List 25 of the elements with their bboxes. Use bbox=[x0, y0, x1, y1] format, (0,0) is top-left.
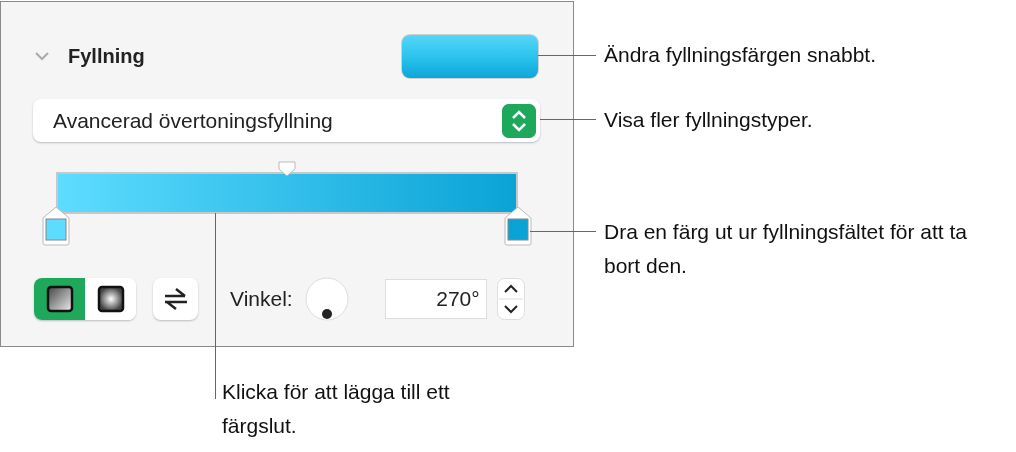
leader-line bbox=[540, 119, 596, 120]
callout-text: Ändra fyllningsfärgen snabbt. bbox=[604, 42, 877, 68]
gradient-type-segment[interactable] bbox=[34, 278, 85, 320]
stepper-icon bbox=[502, 103, 536, 138]
callout-text: Dra en färg ut ur fyllningsfältet för att ta bort den. bbox=[604, 219, 968, 279]
fill-type-popup[interactable]: Avancerad övertoningsfyllning bbox=[33, 99, 540, 142]
reverse-gradient-button[interactable] bbox=[153, 278, 198, 320]
color-stop-handle[interactable] bbox=[504, 206, 532, 246]
radial-gradient-icon bbox=[96, 285, 125, 313]
angle-field[interactable]: 270° bbox=[384, 279, 487, 319]
leader-line bbox=[538, 55, 596, 56]
gradient-type-segment[interactable] bbox=[85, 278, 136, 320]
linear-gradient-icon bbox=[45, 285, 74, 313]
angle-knob[interactable] bbox=[304, 277, 349, 321]
color-swatch-button[interactable] bbox=[402, 34, 538, 78]
angle-stepper[interactable] bbox=[496, 278, 525, 320]
section-title: Fyllning bbox=[68, 44, 146, 68]
callout-text: Visa fler fyllningstyper. bbox=[604, 107, 814, 133]
swap-arrows-icon bbox=[162, 286, 189, 312]
gradient-type-control[interactable] bbox=[34, 278, 136, 320]
leader-line bbox=[530, 231, 596, 232]
midpoint-handle[interactable] bbox=[278, 161, 296, 177]
angle-label: Vinkel: bbox=[230, 287, 293, 311]
callout-text: Klicka för att lägga till ett färgslut. bbox=[222, 379, 451, 439]
color-stop-handle[interactable] bbox=[42, 206, 70, 246]
